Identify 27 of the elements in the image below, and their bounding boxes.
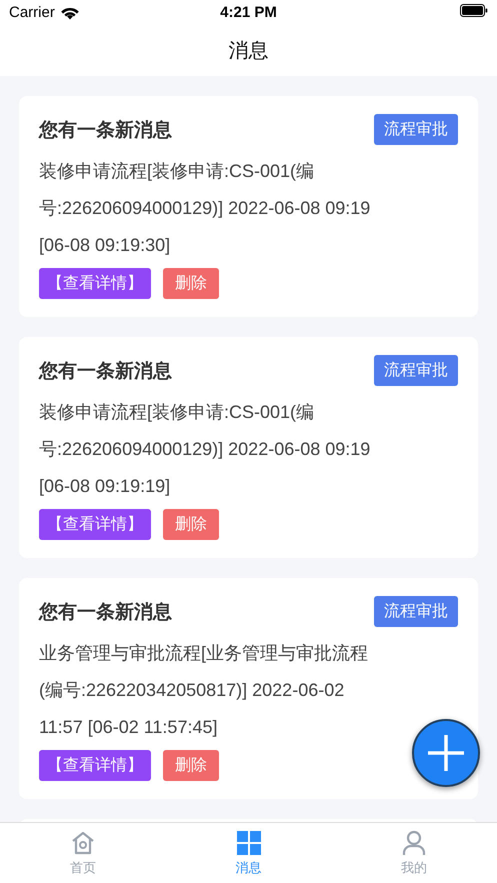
person-icon (401, 830, 428, 856)
message-title: 您有一条新消息 (39, 600, 172, 624)
tab-bar-item[interactable]: 我的 (331, 823, 497, 883)
tab-bar-item[interactable]: 首页 (0, 823, 166, 883)
delete-button[interactable]: 删除 (163, 509, 219, 540)
carrier-label: Carrier (9, 4, 55, 21)
clock-time: 4:21 PM (220, 4, 277, 21)
message-title: 您有一条新消息 (39, 118, 172, 142)
page-title: 消息 (228, 39, 268, 64)
message-text: 装修申请流程[装修申请:CS-001(编号:226206094000129)] 2022-06-08 09:19 [06-08 09:19:19] (39, 401, 372, 498)
details-button[interactable]: 【查看详情】 (39, 509, 151, 540)
delete-button[interactable]: 删除 (163, 268, 219, 299)
message-title: 您有一条新消息 (39, 360, 172, 384)
battery-icon (460, 4, 488, 17)
message-text: 业务管理与审批流程[业务管理与审批流程(编号:226220342050817)] 2022-06-02 11:57 [06-02 11:57:45] (39, 642, 370, 739)
category-tag: 流程审批 (374, 114, 458, 145)
delete-button[interactable]: 删除 (163, 750, 219, 781)
plus-icon (426, 733, 466, 773)
details-button[interactable]: 【查看详情】 (39, 750, 151, 781)
category-tag: 流程审批 (374, 596, 458, 627)
grid-icon (236, 830, 262, 856)
home-icon (70, 830, 96, 856)
tab-bar-item[interactable]: 消息 (166, 823, 332, 883)
details-button[interactable]: 【查看详情】 (39, 268, 151, 299)
message-text: 装修申请流程[装修申请:CS-001(编号:226206094000129)] 2022-06-08 09:19 [06-08 09:19:30] (39, 160, 372, 257)
wifi-icon (60, 6, 80, 20)
category-tag: 流程审批 (374, 355, 458, 386)
